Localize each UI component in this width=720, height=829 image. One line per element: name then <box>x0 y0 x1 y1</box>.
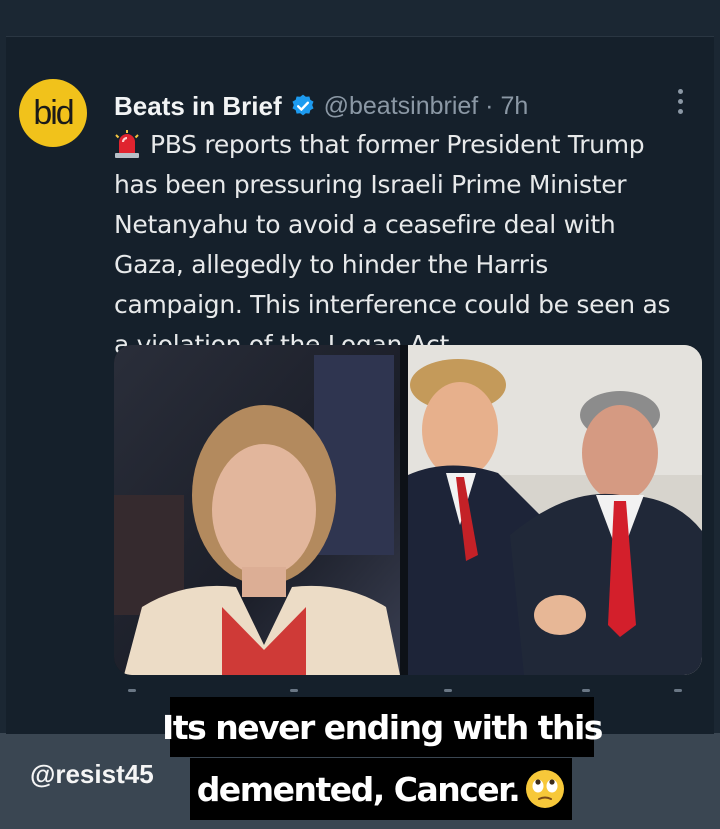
tweet-text: PBS reports that former President Trump … <box>114 130 671 359</box>
tweet-action-bar <box>114 689 702 697</box>
tweet-card[interactable]: bid Beats in Brief @beatsinbrief · 7h PB… <box>6 36 714 734</box>
news-anchor-photo <box>114 345 400 675</box>
siren-icon <box>115 130 139 158</box>
retweet-icon[interactable] <box>290 689 298 692</box>
handle-and-timestamp[interactable]: @beatsinbrief · 7h <box>324 92 529 121</box>
share-icon[interactable] <box>674 689 682 692</box>
avatar[interactable]: bid <box>19 79 87 147</box>
like-icon[interactable] <box>444 689 452 692</box>
tweet-header: Beats in Brief @beatsinbrief · 7h <box>114 89 528 123</box>
caption-line-1: Its never ending with this <box>162 697 603 757</box>
watermark: @resist45 <box>30 759 154 789</box>
display-name[interactable]: Beats in Brief <box>114 91 282 122</box>
views-icon[interactable] <box>582 689 590 692</box>
avatar-logo-text: bid <box>33 93 74 132</box>
reply-icon[interactable] <box>128 689 136 692</box>
caption-text-1: Its never ending with this <box>162 707 603 747</box>
rolling-eyes-emoji-icon <box>526 770 565 808</box>
more-options-icon[interactable] <box>676 89 684 119</box>
tweet-body: PBS reports that former President Trump … <box>114 125 684 365</box>
caption-text-2: demented, Cancer. <box>196 769 521 809</box>
trump-netanyahu-photo <box>408 345 702 675</box>
tweet-media[interactable] <box>114 345 702 675</box>
caption-line-2: demented, Cancer. <box>190 758 572 820</box>
verified-badge-icon <box>292 94 314 116</box>
